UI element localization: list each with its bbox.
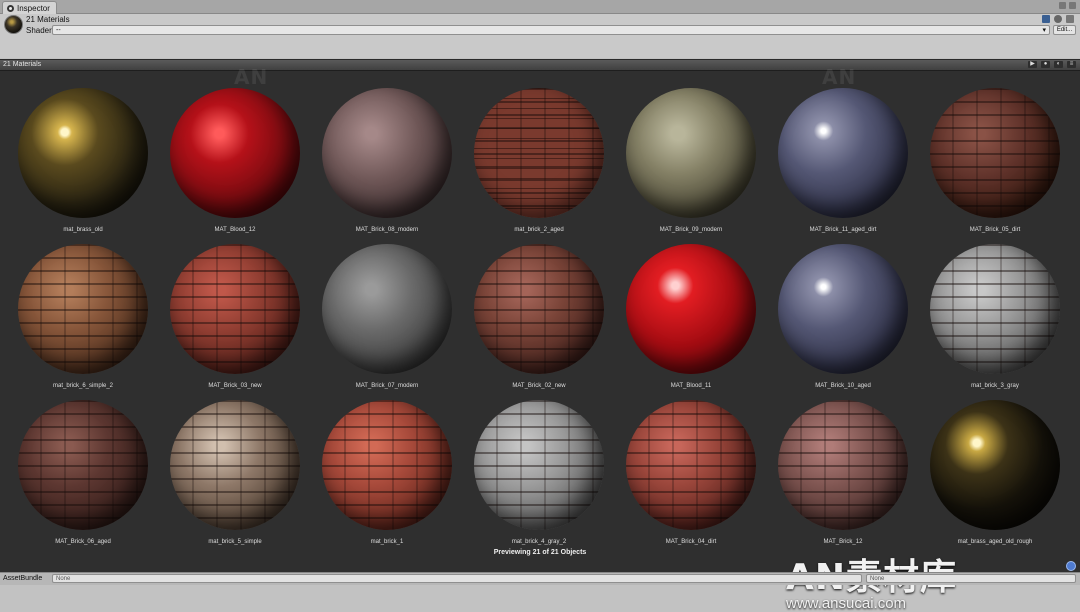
options-icon[interactable]: ≡ [1067, 61, 1076, 68]
menu-icon[interactable] [1069, 2, 1076, 9]
material-name: MAT_Brick_12 [823, 539, 863, 545]
material-sphere-preview [930, 244, 1060, 374]
material-sphere-preview [170, 244, 300, 374]
gear-icon[interactable] [1054, 15, 1062, 23]
material-sphere-preview [778, 88, 908, 218]
material-cell[interactable]: mat_brick_1 [311, 383, 463, 545]
preview-title: 21 Materials [3, 61, 42, 68]
material-cell[interactable]: mat_brass_old [7, 71, 159, 233]
material-sphere-preview [626, 88, 756, 218]
shader-value: -- [56, 27, 61, 34]
material-sphere-preview [18, 400, 148, 530]
assetbundle-bar: AssetBundle None None [0, 572, 1080, 585]
lock-icon[interactable] [1059, 2, 1066, 9]
material-sphere-preview [930, 88, 1060, 218]
inspector-icon [7, 4, 14, 12]
material-sphere-preview [170, 400, 300, 530]
shader-label: Shader [26, 26, 52, 35]
assetbundle-label: AssetBundle [3, 575, 43, 582]
chevron-down-icon: ▾ [1042, 27, 1046, 34]
preview-status: Previewing 21 of 21 Objects [493, 549, 587, 556]
material-cell[interactable]: MAT_Brick_04_dirt [615, 383, 767, 545]
material-sphere-preview [322, 244, 452, 374]
material-cell[interactable]: MAT_Brick_07_modern [311, 227, 463, 389]
material-sphere-preview [626, 244, 756, 374]
material-cell[interactable]: MAT_Brick_03_new [159, 227, 311, 389]
material-name: mat_brass_aged_old_rough [957, 539, 1033, 545]
inspector-tabbar: Inspector [0, 0, 1080, 14]
material-name: mat_brick_4_gray_2 [511, 539, 567, 545]
assetbundle-dropdown[interactable]: None [52, 574, 862, 583]
material-name: MAT_Brick_06_aged [55, 539, 111, 545]
play-icon[interactable]: ▶ [1028, 61, 1037, 68]
preview-toolbar: 21 Materials ▶ ● ◐ ≡ [0, 59, 1080, 71]
material-sphere-preview [778, 400, 908, 530]
material-sphere-preview [170, 88, 300, 218]
shader-dropdown[interactable]: -- ▾ [52, 25, 1050, 35]
material-sphere-preview [322, 400, 452, 530]
edit-shader-button[interactable]: Edit... [1053, 25, 1076, 35]
assetbundle-variant-value: None [870, 576, 885, 582]
material-cell[interactable]: MAT_Brick_09_modern [615, 71, 767, 233]
material-cell[interactable]: mat_brick_5_simple [159, 383, 311, 545]
material-sphere-preview [18, 88, 148, 218]
material-sphere-preview [322, 88, 452, 218]
material-cell[interactable]: mat_brass_aged_old_rough [919, 383, 1071, 545]
material-cell[interactable]: MAT_Brick_06_aged [7, 383, 159, 545]
material-cell[interactable]: MAT_Brick_10_aged [767, 227, 919, 389]
material-sphere-preview [18, 244, 148, 374]
material-cell[interactable]: mat_brick_3_gray [919, 227, 1071, 389]
preview-controls: ▶ ● ◐ ≡ [1028, 61, 1076, 68]
inspector-tab-label: Inspector [17, 3, 50, 13]
material-name: mat_brick_5_simple [208, 539, 262, 545]
assetbundle-variant-dropdown[interactable]: None [866, 574, 1076, 583]
material-sphere-preview [778, 244, 908, 374]
watermark-url: www.ansucai.com [786, 595, 907, 612]
material-preview-area: AN AN mat_brass_old MAT_Blood_12 MAT_Brick… [0, 65, 1080, 612]
material-name: mat_brick_1 [370, 539, 404, 545]
material-sphere-preview [626, 400, 756, 530]
material-cell[interactable]: mat_brick_6_simple_2 [7, 227, 159, 389]
header-title: 21 Materials [26, 15, 70, 24]
book-icon[interactable] [1042, 15, 1050, 23]
light-icon[interactable]: ◐ [1054, 61, 1063, 68]
material-sphere-preview [474, 244, 604, 374]
material-thumbnail [4, 15, 23, 34]
header-icons [1042, 15, 1074, 23]
material-cell[interactable]: MAT_Blood_11 [615, 227, 767, 389]
preview-corner-button[interactable] [1066, 561, 1076, 571]
assetbundle-value: None [56, 576, 71, 582]
material-sphere-preview [474, 88, 604, 218]
help-icon[interactable] [1066, 15, 1074, 23]
tabbar-controls [1059, 2, 1076, 9]
material-sphere-preview [474, 400, 604, 530]
material-cell[interactable]: MAT_Blood_12 [159, 71, 311, 233]
material-cell[interactable]: MAT_Brick_08_modern [311, 71, 463, 233]
material-cell[interactable]: MAT_Brick_02_new [463, 227, 615, 389]
sphere-icon[interactable]: ● [1041, 61, 1050, 68]
inspector-header: 21 Materials Shader -- ▾ Edit... [0, 14, 1080, 58]
material-cell[interactable]: MAT_Brick_12 [767, 383, 919, 545]
watermark-logo-block: AN素材库 www.ansucai.com [786, 559, 1026, 612]
material-sphere-preview [930, 400, 1060, 530]
material-name: MAT_Brick_04_dirt [665, 539, 717, 545]
material-cell[interactable]: mat_brick_2_aged [463, 71, 615, 233]
material-cell[interactable]: MAT_Brick_05_dirt [919, 71, 1071, 233]
material-cell[interactable]: MAT_Brick_11_aged_dirt [767, 71, 919, 233]
inspector-tab[interactable]: Inspector [2, 1, 57, 14]
material-cell[interactable]: mat_brick_4_gray_2 [463, 383, 615, 545]
